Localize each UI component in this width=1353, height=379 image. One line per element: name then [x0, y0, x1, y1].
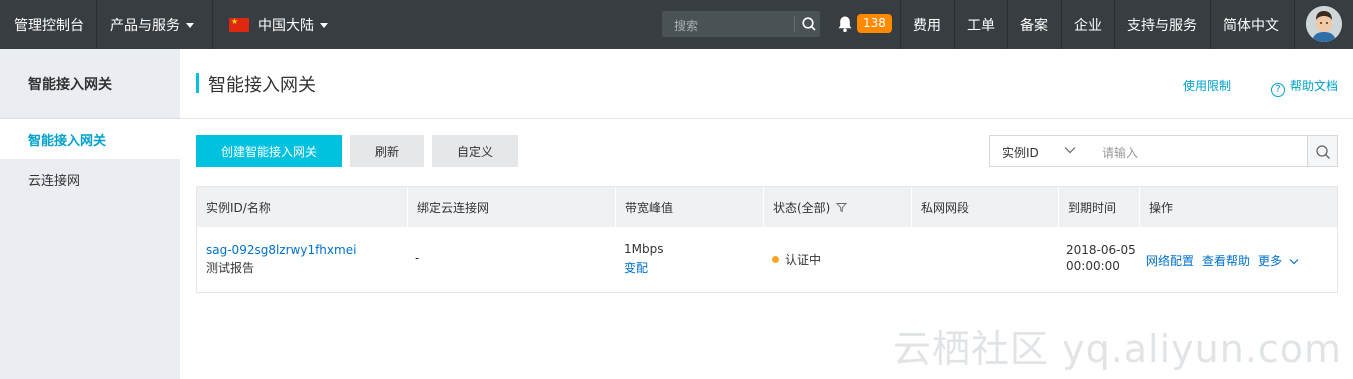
- user-avatar[interactable]: [1306, 6, 1342, 42]
- products-menu[interactable]: 产品与服务: [110, 0, 194, 49]
- divider: [1061, 0, 1062, 49]
- china-flag-icon: ★: [229, 17, 249, 32]
- more-actions-dropdown[interactable]: 更多: [1258, 252, 1299, 269]
- page-title: 智能接入网关: [208, 75, 316, 96]
- filter-search-button[interactable]: [1307, 135, 1338, 167]
- products-menu-label: 产品与服务: [110, 17, 180, 34]
- help-docs-link[interactable]: ? 帮助文档: [1271, 77, 1338, 97]
- sidebar-item-smart-access-gateway[interactable]: 智能接入网关: [0, 119, 180, 159]
- title-accent-bar: [196, 73, 199, 93]
- status-label: 认证中: [785, 253, 822, 267]
- instance-table: 实例ID/名称 绑定云连接网 带宽峰值 状态(全部) 私网网段 到期时间 操作 …: [196, 186, 1338, 293]
- column-header-bandwidth: 带宽峰值: [615, 187, 763, 227]
- status-header-label: 状态(全部): [773, 200, 831, 215]
- usage-limit-link[interactable]: 使用限制: [1183, 77, 1231, 94]
- sidebar-item-cloud-connect-network[interactable]: 云连接网: [0, 159, 180, 199]
- nav-support[interactable]: 支持与服务: [1127, 0, 1197, 49]
- user-avatar-icon: [1306, 6, 1342, 42]
- divider: [1294, 0, 1295, 49]
- page-header: 智能接入网关 使用限制 ? 帮助文档: [180, 49, 1353, 119]
- nav-icp-filing[interactable]: 备案: [1020, 0, 1048, 49]
- nav-language[interactable]: 简体中文: [1223, 0, 1279, 49]
- search-icon: [1316, 145, 1330, 159]
- caret-down-icon: [186, 23, 194, 28]
- divider: [212, 0, 213, 49]
- create-gateway-button[interactable]: 创建智能接入网关: [196, 135, 342, 167]
- column-header-cidr: 私网网段: [911, 187, 1058, 227]
- global-search[interactable]: 搜索: [662, 11, 820, 37]
- console-home-link[interactable]: 管理控制台: [14, 0, 84, 49]
- customize-button[interactable]: 自定义: [432, 135, 518, 167]
- nav-billing[interactable]: 费用: [913, 0, 941, 49]
- expire-time: 00:00:00: [1066, 259, 1120, 273]
- filter-funnel-icon[interactable]: [836, 202, 848, 213]
- column-header-actions: 操作: [1139, 187, 1337, 227]
- bandwidth-value: 1Mbps: [624, 242, 664, 256]
- caret-down-icon: [320, 23, 328, 28]
- divider: [1007, 0, 1008, 49]
- notification-count-badge[interactable]: 138: [857, 14, 892, 33]
- filter-search-placeholder: 请输入: [1102, 146, 1139, 160]
- sidebar-title: 智能接入网关: [0, 49, 180, 119]
- column-header-status[interactable]: 状态(全部): [763, 187, 911, 227]
- nav-enterprise[interactable]: 企业: [1074, 0, 1102, 49]
- help-docs-label: 帮助文档: [1290, 79, 1339, 93]
- divider: [794, 16, 795, 32]
- table-row: sag-092sg8lzrwy1fhxmei 测试报告 - 1Mbps 变配 认…: [197, 227, 1337, 292]
- search-icon[interactable]: [801, 16, 817, 32]
- table-header: 实例ID/名称 绑定云连接网 带宽峰值 状态(全部) 私网网段 到期时间 操作: [197, 187, 1337, 227]
- expire-date: 2018-06-05: [1066, 243, 1136, 257]
- status-dot-icon: [772, 256, 779, 263]
- view-help-link[interactable]: 查看帮助: [1202, 252, 1250, 269]
- column-header-instance: 实例ID/名称: [206, 200, 271, 215]
- bound-ccn: -: [415, 251, 420, 265]
- status-cell: 认证中: [772, 251, 821, 268]
- filter-field-label: 实例ID: [1002, 146, 1039, 160]
- watermark: 云栖社区 yq.aliyun.com: [893, 327, 1343, 371]
- chevron-down-icon: [1064, 147, 1076, 154]
- filter-search-input[interactable]: 请输入: [1088, 135, 1308, 167]
- region-label: 中国大陆: [258, 17, 314, 34]
- sidebar: 智能接入网关 智能接入网关 云连接网: [0, 49, 180, 379]
- divider: [96, 0, 97, 49]
- divider: [1114, 0, 1115, 49]
- column-header-ccn: 绑定云连接网: [407, 187, 615, 227]
- chevron-down-icon: [1289, 259, 1299, 265]
- column-header-expire: 到期时间: [1058, 187, 1139, 227]
- divider: [1210, 0, 1211, 49]
- top-navigation-bar: 管理控制台 产品与服务 ★ 中国大陆 搜索 138 费用 工单 备案 企业 支持…: [0, 0, 1353, 49]
- question-circle-icon: ?: [1271, 83, 1285, 97]
- refresh-button[interactable]: 刷新: [350, 135, 424, 167]
- instance-name: 测试报告: [206, 261, 255, 275]
- divider: [900, 0, 901, 49]
- bell-icon[interactable]: [837, 15, 853, 33]
- change-bandwidth-link[interactable]: 变配: [624, 259, 648, 276]
- region-selector[interactable]: ★ 中国大陆: [229, 0, 328, 49]
- more-actions-label: 更多: [1258, 254, 1283, 268]
- filter-field-select[interactable]: 实例ID: [989, 135, 1089, 167]
- nav-tickets[interactable]: 工单: [967, 0, 995, 49]
- divider: [954, 0, 955, 49]
- network-config-link[interactable]: 网络配置: [1146, 252, 1194, 269]
- search-placeholder: 搜索: [674, 19, 699, 33]
- instance-id-link[interactable]: sag-092sg8lzrwy1fhxmei: [206, 243, 356, 257]
